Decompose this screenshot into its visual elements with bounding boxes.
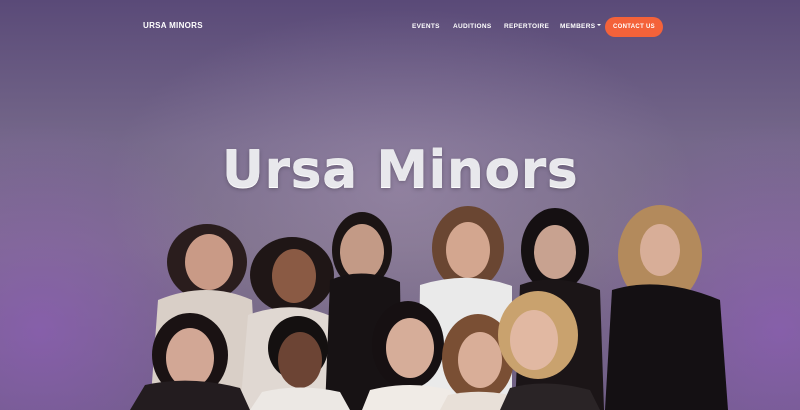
contact-us-button[interactable]: CONTACT US [605,17,663,37]
group-photo [130,205,728,410]
nav-link-members-dropdown[interactable]: MEMBERS [560,23,602,30]
nav-link-events[interactable]: EVENTS [412,23,440,30]
nav-link-members-label: MEMBERS [560,23,596,30]
person-6 [605,205,728,410]
brand-logo-link[interactable]: URSA MINORS [143,21,203,30]
navbar: URSA MINORS EVENTS AUDITIONS REPERTOIRE … [0,0,800,54]
nav-link-repertoire[interactable]: REPERTOIRE [504,23,549,30]
caret-down-icon [597,24,602,27]
hero-section: URSA MINORS EVENTS AUDITIONS REPERTOIRE … [0,0,800,410]
hero-title: Ursa Minors [221,140,579,200]
nav-link-auditions[interactable]: AUDITIONS [453,23,491,30]
